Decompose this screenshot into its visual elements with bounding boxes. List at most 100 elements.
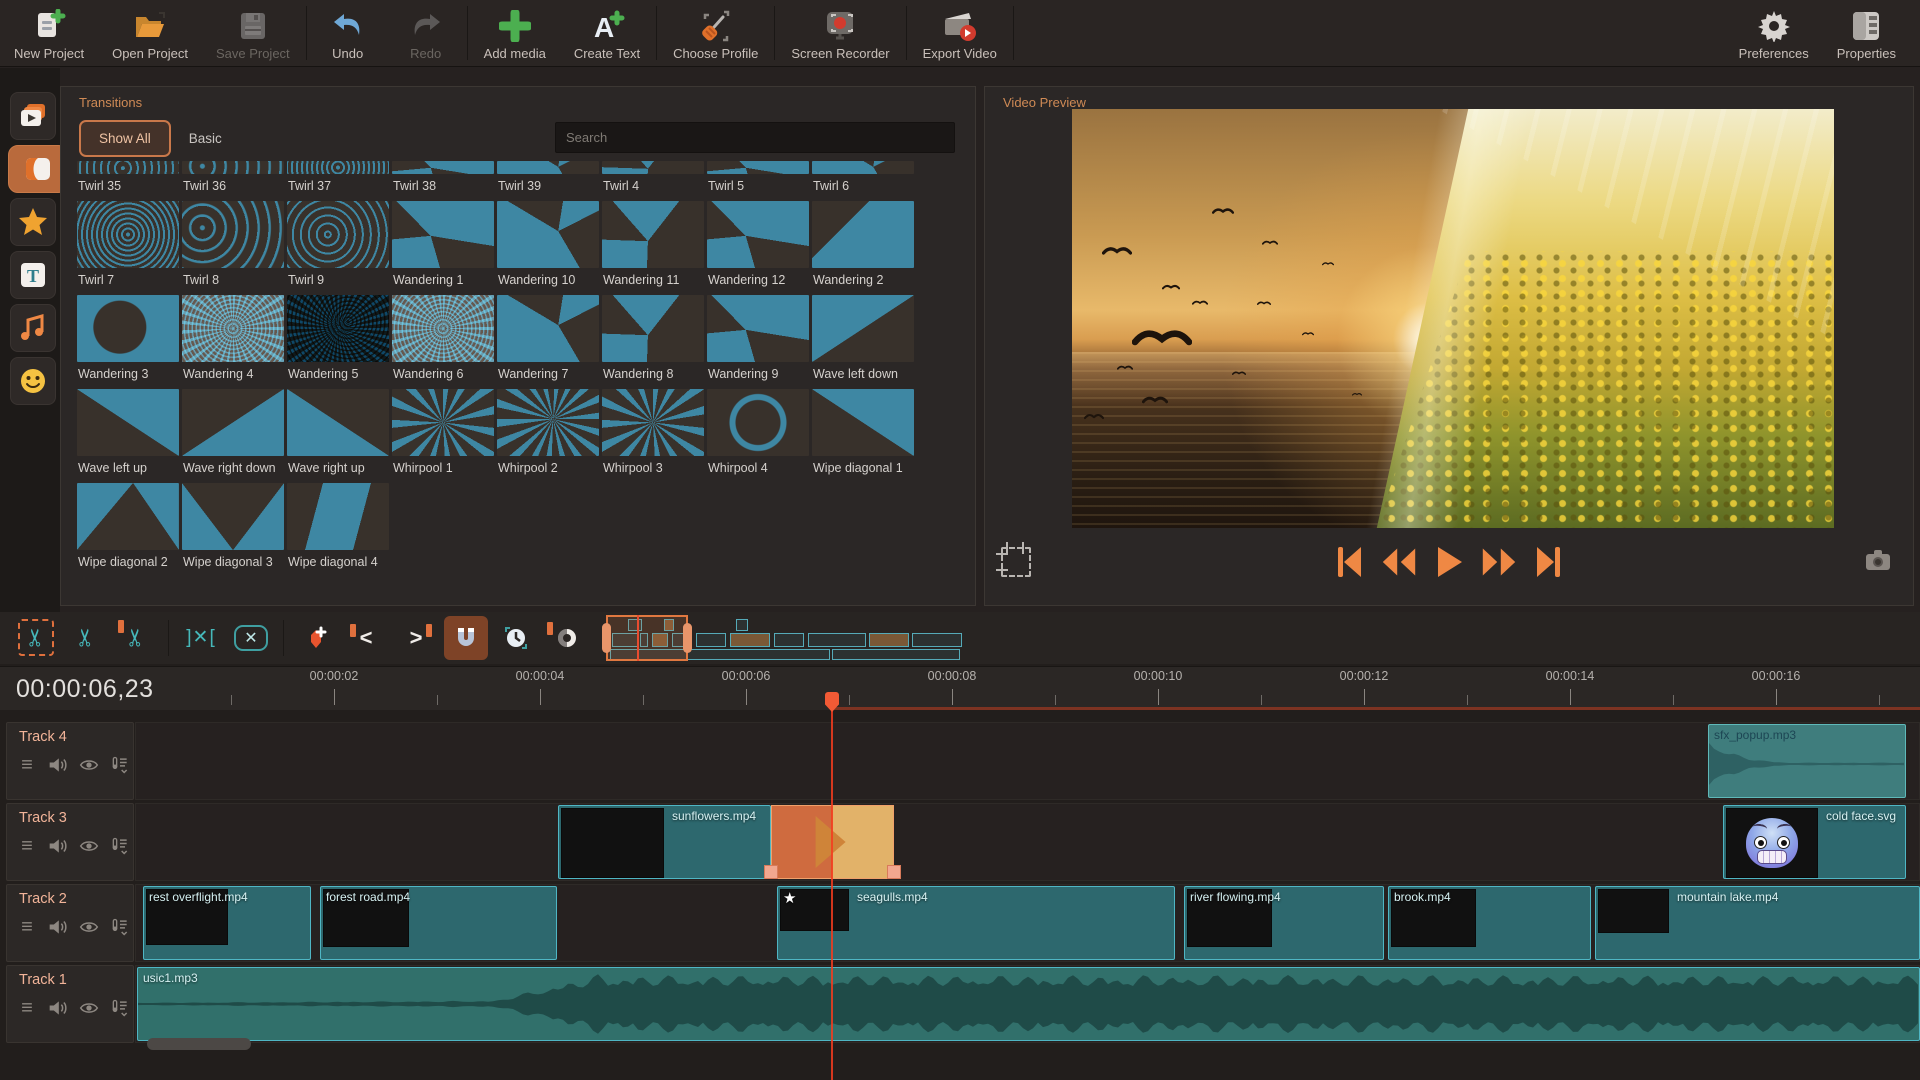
volume-icon[interactable] <box>48 998 68 1018</box>
filter-basic-button[interactable]: Basic <box>171 122 240 155</box>
transition-item[interactable]: Wandering 5 <box>287 295 390 383</box>
scrubber-handle-right[interactable] <box>683 623 692 653</box>
playhead-line[interactable] <box>831 694 833 1080</box>
sidebar-tab-transitions[interactable] <box>8 145 68 193</box>
track-lane[interactable] <box>135 803 1920 881</box>
clip-sunflowers-mp4[interactable]: sunflowers.mp4 <box>558 805 771 879</box>
transition-item[interactable]: Wave right up <box>287 389 390 477</box>
slice-brackets-button[interactable]: ]✕[ <box>179 616 223 660</box>
play-button[interactable] <box>1431 541 1467 583</box>
track-header[interactable]: Track 2≡ <box>6 884 134 962</box>
screen-recorder-button[interactable]: Screen Recorder <box>777 0 903 66</box>
clip-brook-mp4[interactable]: brook.mp4 <box>1388 886 1591 960</box>
sidebar-tab-audio[interactable] <box>10 304 56 352</box>
track-header[interactable]: Track 1≡ <box>6 965 134 1043</box>
choose-profile-button[interactable]: Choose Profile <box>659 0 772 66</box>
transition-item[interactable]: Twirl 35 <box>77 161 180 195</box>
selection-handle[interactable] <box>764 865 778 879</box>
sidebar-tab-emoji[interactable] <box>10 357 56 405</box>
transition-item[interactable]: Wipe diagonal 3 <box>182 483 285 571</box>
transition-item[interactable]: Wandering 12 <box>707 201 810 289</box>
track-menu-icon[interactable]: ≡ <box>17 917 37 937</box>
redo-button[interactable]: Redo <box>387 0 465 66</box>
transition-item[interactable]: Wipe diagonal 2 <box>77 483 180 571</box>
transition-item[interactable]: Wandering 10 <box>497 201 600 289</box>
transition-item[interactable]: Whirpool 3 <box>602 389 705 477</box>
export-video-button[interactable]: Export Video <box>909 0 1011 66</box>
properties-button[interactable]: Properties <box>1823 0 1910 66</box>
scrubber-handle-left[interactable] <box>602 623 611 653</box>
open-project-button[interactable]: Open Project <box>98 0 202 66</box>
previous-marker-button[interactable]: < <box>344 616 388 660</box>
razor-tool-button[interactable]: ✂ <box>14 616 58 660</box>
next-marker-button[interactable]: > <box>394 616 438 660</box>
effects-mixer-icon[interactable] <box>110 917 130 937</box>
transition-item[interactable]: Twirl 5 <box>707 161 810 195</box>
transition-item[interactable]: Wave left down <box>812 295 915 383</box>
transition-item[interactable]: Twirl 36 <box>182 161 285 195</box>
sidebar-tab-titles[interactable]: T <box>10 251 56 299</box>
timeline-horizontal-scrollbar[interactable] <box>135 1038 1910 1050</box>
rewind-button[interactable] <box>1381 541 1417 583</box>
center-playhead-button[interactable] <box>494 616 538 660</box>
remove-clip-button[interactable]: ✕ <box>229 616 273 660</box>
effects-mixer-icon[interactable] <box>110 755 130 775</box>
transition-item[interactable]: Twirl 7 <box>77 201 180 289</box>
transition-item[interactable]: Twirl 37 <box>287 161 390 195</box>
scrubber-view-range[interactable] <box>606 615 688 661</box>
volume-icon[interactable] <box>48 836 68 856</box>
transition-item[interactable]: Wandering 11 <box>602 201 705 289</box>
clip-mountain-lake-mp4[interactable]: mountain lake.mp4 <box>1595 886 1920 960</box>
transition-item[interactable]: Wandering 3 <box>77 295 180 383</box>
track-menu-icon[interactable]: ≡ <box>17 836 37 856</box>
sidebar-tab-project-files[interactable] <box>10 92 56 140</box>
track-menu-icon[interactable]: ≡ <box>17 755 37 775</box>
transition-item[interactable]: Wandering 2 <box>812 201 915 289</box>
transition-item[interactable]: Wandering 4 <box>182 295 285 383</box>
transition-item[interactable]: Twirl 38 <box>392 161 495 195</box>
transition-item[interactable]: Wave left up <box>77 389 180 477</box>
slice-keep-both-button[interactable]: ✂ <box>64 616 108 660</box>
transition-item[interactable]: Twirl 9 <box>287 201 390 289</box>
volume-icon[interactable] <box>48 755 68 775</box>
selection-handle[interactable] <box>887 865 901 879</box>
visibility-icon[interactable] <box>79 755 99 775</box>
transition-item[interactable]: Twirl 4 <box>602 161 705 195</box>
jump-start-button[interactable] <box>1331 541 1367 583</box>
clip-cold-face-svg[interactable]: cold face.svg <box>1723 805 1906 879</box>
transition-item[interactable]: Twirl 6 <box>812 161 915 195</box>
visibility-icon[interactable] <box>79 836 99 856</box>
effects-mixer-icon[interactable] <box>110 998 130 1018</box>
clip-usic1-mp3[interactable]: usic1.mp3 <box>137 967 1920 1041</box>
transition-item[interactable]: Wipe diagonal 4 <box>287 483 390 571</box>
sidebar-tab-effects[interactable] <box>10 198 56 246</box>
transition-item[interactable]: Whirpool 1 <box>392 389 495 477</box>
track-menu-icon[interactable]: ≡ <box>17 998 37 1018</box>
clip-river-flowing-mp4[interactable]: river flowing.mp4 <box>1184 886 1384 960</box>
transition-item[interactable]: Wandering 6 <box>392 295 495 383</box>
undo-button[interactable]: Undo <box>309 0 387 66</box>
volume-icon[interactable] <box>48 917 68 937</box>
clip-seagulls-mp4[interactable]: ★seagulls.mp4 <box>777 886 1175 960</box>
fast-forward-button[interactable] <box>1481 541 1517 583</box>
visibility-icon[interactable] <box>79 998 99 1018</box>
search-input[interactable] <box>555 122 955 153</box>
create-text-button[interactable]: ACreate Text <box>560 0 654 66</box>
filter-show-all-button[interactable]: Show All <box>79 120 171 157</box>
effects-mixer-icon[interactable] <box>110 836 130 856</box>
transition-item[interactable]: Twirl 39 <box>497 161 600 195</box>
track-header[interactable]: Track 3≡ <box>6 803 134 881</box>
track-header[interactable]: Track 4≡ <box>6 722 134 800</box>
add-marker-button[interactable] <box>294 616 338 660</box>
transition-item[interactable]: Wave right down <box>182 389 285 477</box>
clip-sfx-popup-mp3[interactable]: sfx_popup.mp3 <box>1708 724 1906 798</box>
transition-item[interactable]: Twirl 8 <box>182 201 285 289</box>
clip-rest-overflight-mp4[interactable]: rest overflight.mp4 <box>143 886 311 960</box>
zoom-scrubber[interactable] <box>606 615 966 661</box>
add-media-button[interactable]: Add media <box>470 0 560 66</box>
slice-keep-left-button[interactable]: ✂ <box>114 616 158 660</box>
razor-preview-button[interactable] <box>544 616 588 660</box>
save-project-button[interactable]: Save Project <box>202 0 304 66</box>
transition-item[interactable]: Wandering 7 <box>497 295 600 383</box>
jump-end-button[interactable] <box>1531 541 1567 583</box>
